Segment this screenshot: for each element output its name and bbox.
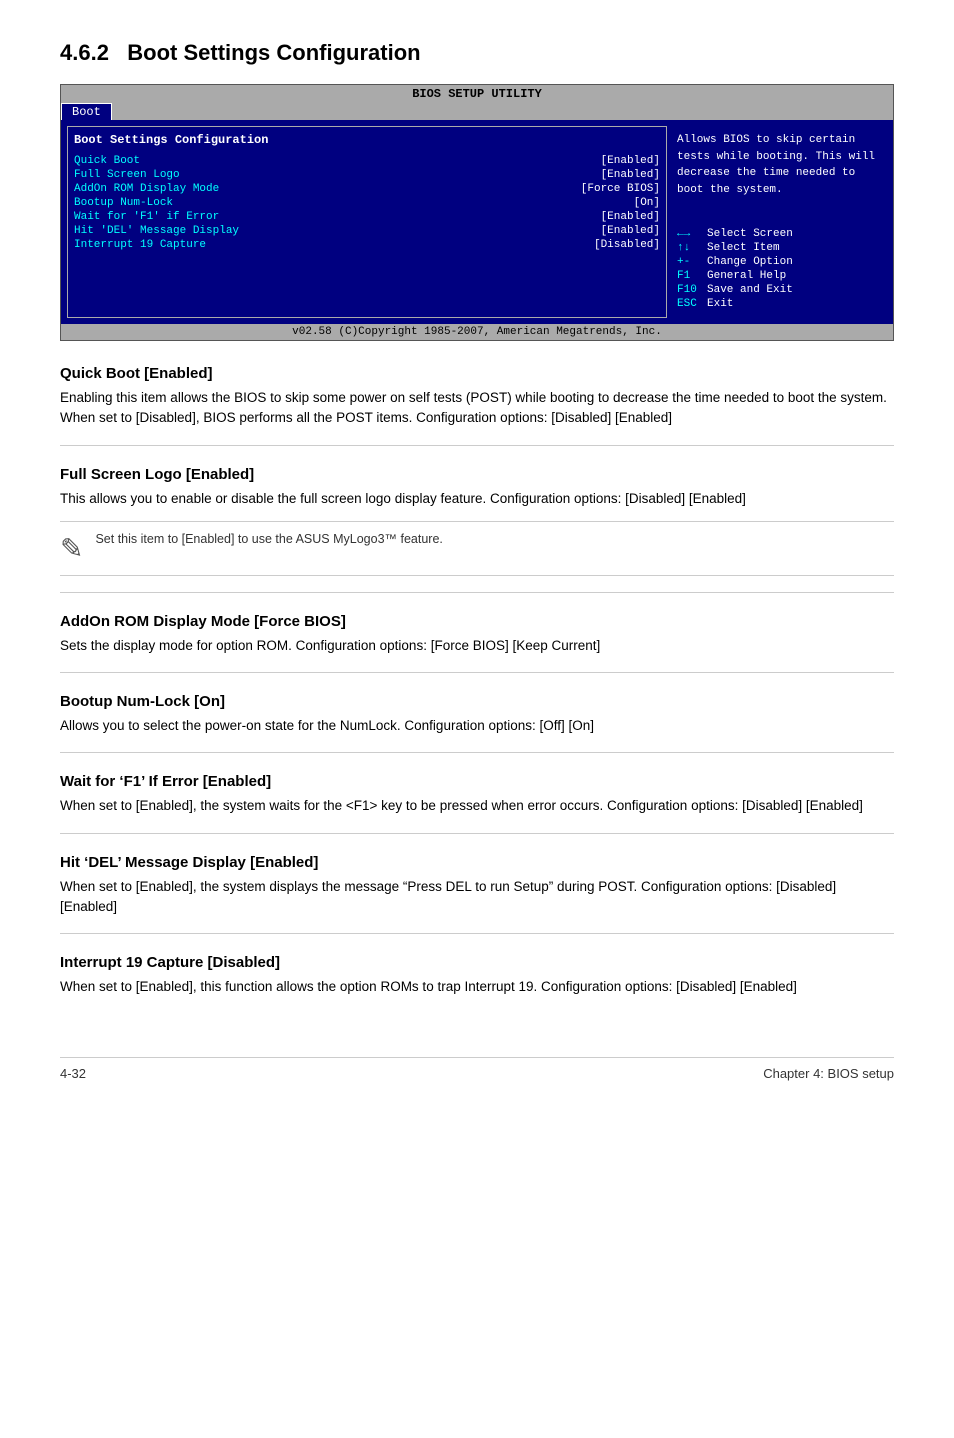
bios-item-label: Interrupt 19 Capture [74,239,206,251]
bios-item-row: Interrupt 19 Capture [Disabled] [74,239,660,251]
bios-item-row: AddOn ROM Display Mode [Force BIOS] [74,183,660,195]
bios-item-value: [On] [634,197,660,209]
bios-key-action: General Help [707,270,786,282]
bios-key-action: Change Option [707,256,793,268]
bios-key-row: +- Change Option [677,256,877,268]
bios-header: BIOS SETUP UTILITY [61,85,893,103]
section-divider [60,445,894,446]
section-divider [60,833,894,834]
bios-item-value: [Enabled] [601,211,660,223]
footer-right: Chapter 4: BIOS setup [763,1066,894,1081]
section-heading: Bootup Num-Lock [On] [60,693,894,710]
bios-key-row: F1 General Help [677,270,877,282]
section-divider [60,933,894,934]
page-footer: 4-32 Chapter 4: BIOS setup [60,1057,894,1081]
bios-item-label: Bootup Num-Lock [74,197,173,209]
section-heading: Quick Boot [Enabled] [60,365,894,382]
bios-key-action: Select Item [707,242,780,254]
bios-key-symbol: ↑↓ [677,242,701,254]
page-title: 4.6.2 Boot Settings Configuration [60,40,421,65]
bios-item-row: Bootup Num-Lock [On] [74,197,660,209]
bios-item-row: Quick Boot [Enabled] [74,155,660,167]
section-body: This allows you to enable or disable the… [60,489,894,509]
section-divider [60,592,894,593]
bios-key-symbol: ESC [677,298,701,310]
section-body: Sets the display mode for option ROM. Co… [60,636,894,656]
section-heading: Hit ‘DEL’ Message Display [Enabled] [60,854,894,871]
section-body: Enabling this item allows the BIOS to sk… [60,388,894,429]
bios-item-value: [Enabled] [601,169,660,181]
bios-item-row: Full Screen Logo [Enabled] [74,169,660,181]
bios-key-symbol: F1 [677,270,701,282]
bios-items-list: Quick Boot [Enabled] Full Screen Logo [Enab… [74,155,660,251]
bios-item-value: [Enabled] [601,155,660,167]
note-box: ✎ Set this item to [Enabled] to use the A… [60,521,894,576]
page-section-header: 4.6.2 Boot Settings Configuration [60,40,894,66]
section-heading: Wait for ‘F1’ If Error [Enabled] [60,773,894,790]
section-divider [60,672,894,673]
bios-key-row: ↑↓ Select Item [677,242,877,254]
section-body: When set to [Enabled], the system waits … [60,796,894,816]
bios-key-symbol: F10 [677,284,701,296]
bios-item-row: Wait for 'F1' if Error [Enabled] [74,211,660,223]
bios-screenshot: BIOS SETUP UTILITY Boot Boot Settings Co… [60,84,894,341]
footer-left: 4-32 [60,1066,86,1081]
bios-left-title: Boot Settings Configuration [74,133,660,147]
section-full-screen-logo: Full Screen Logo [Enabled] This allows yo… [60,466,894,593]
bios-item-label: Wait for 'F1' if Error [74,211,219,223]
section-hit-del: Hit ‘DEL’ Message Display [Enabled] When … [60,854,894,935]
note-text: Set this item to [Enabled] to use the AS… [95,532,442,546]
bios-key-row: F10 Save and Exit [677,284,877,296]
bios-help-text: Allows BIOS to skip certain tests while … [677,132,877,198]
bios-key-row: ESC Exit [677,298,877,310]
section-heading: Full Screen Logo [Enabled] [60,466,894,483]
note-icon: ✎ [60,532,83,565]
bios-left-panel: Boot Settings Configuration Quick Boot [E… [67,126,667,318]
section-bootup-numlock: Bootup Num-Lock [On] Allows you to select… [60,693,894,753]
section-wait-f1: Wait for ‘F1’ If Error [Enabled] When set… [60,773,894,833]
bios-key-action: Save and Exit [707,284,793,296]
bios-item-label: Full Screen Logo [74,169,180,181]
section-quick-boot: Quick Boot [Enabled] Enabling this item a… [60,365,894,446]
bios-right-panel: Allows BIOS to skip certain tests while … [667,126,887,318]
section-heading: Interrupt 19 Capture [Disabled] [60,954,894,971]
section-heading: AddOn ROM Display Mode [Force BIOS] [60,613,894,630]
bios-tab-boot[interactable]: Boot [61,103,112,120]
bios-item-value: [Force BIOS] [581,183,660,195]
bios-tab-bar: Boot [61,103,893,120]
section-divider [60,752,894,753]
bios-key-symbol: ←→ [677,228,701,240]
section-body: When set to [Enabled], the system displa… [60,877,894,918]
section-addon-rom: AddOn ROM Display Mode [Force BIOS] Sets … [60,613,894,673]
bios-key-symbol: +- [677,256,701,268]
bios-key-action: Select Screen [707,228,793,240]
bios-item-value: [Disabled] [594,239,660,251]
bios-item-row: Hit 'DEL' Message Display [Enabled] [74,225,660,237]
bios-item-value: [Enabled] [601,225,660,237]
bios-item-label: Hit 'DEL' Message Display [74,225,239,237]
bios-keys: ←→ Select Screen ↑↓ Select Item +- Change Opt… [677,228,877,310]
section-interrupt-19: Interrupt 19 Capture [Disabled] When set … [60,954,894,997]
bios-key-action: Exit [707,298,733,310]
section-body: When set to [Enabled], this function all… [60,977,894,997]
bios-item-label: Quick Boot [74,155,140,167]
bios-item-label: AddOn ROM Display Mode [74,183,219,195]
bios-footer: v02.58 (C)Copyright 1985-2007, American … [61,324,893,340]
section-body: Allows you to select the power-on state … [60,716,894,736]
content-sections: Quick Boot [Enabled] Enabling this item a… [60,365,894,997]
bios-key-row: ←→ Select Screen [677,228,877,240]
